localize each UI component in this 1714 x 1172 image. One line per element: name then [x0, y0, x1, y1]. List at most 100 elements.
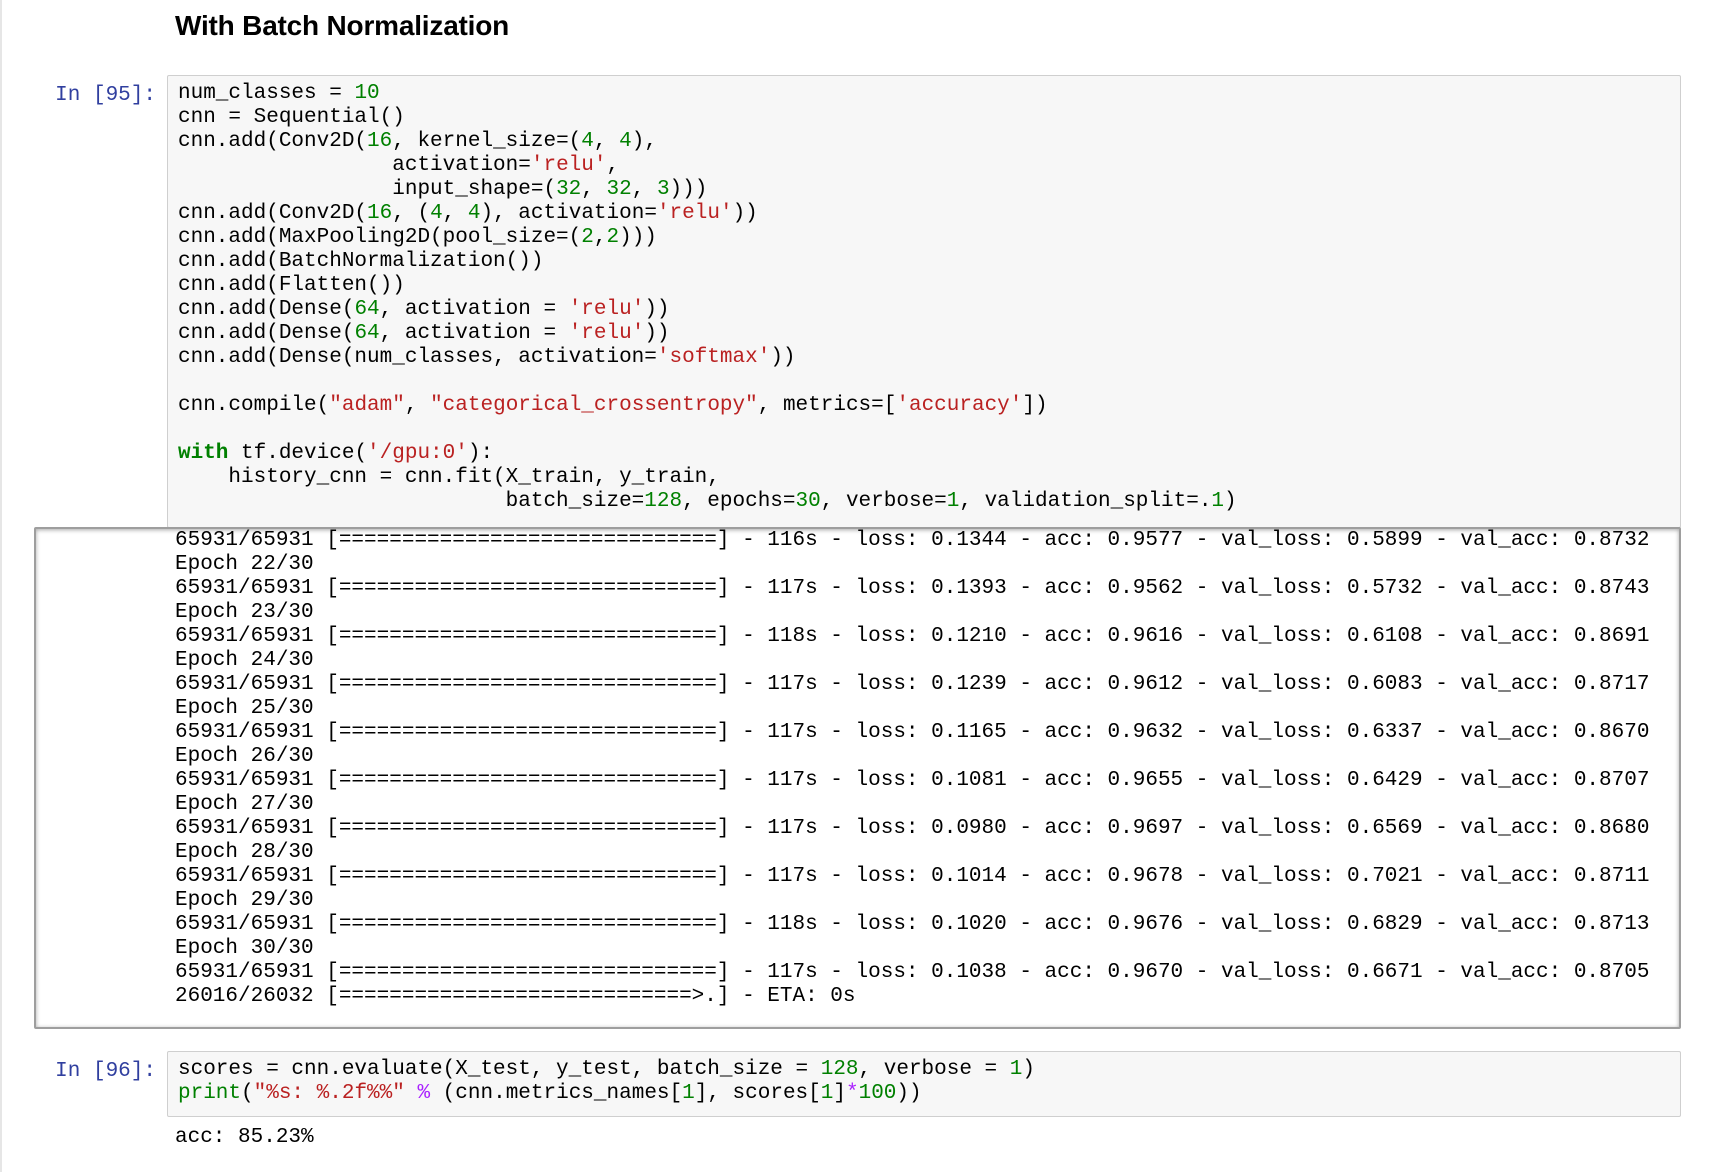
code-token: cnn.compile( [178, 394, 330, 417]
code-token: 10 [354, 82, 380, 105]
cell-95-code-line: cnn.add(Dense(64, activation = 'relu')) [178, 298, 1237, 322]
code-token: "%s: %.2f%%" [253, 1082, 405, 1105]
cell-95-code-line: cnn.compile("adam", "categorical_crossen… [178, 394, 1237, 418]
cell-95-code-line: cnn.add(Dense(num_classes, activation='s… [178, 346, 1237, 370]
code-token: )) [770, 346, 796, 369]
code-token: scores = cnn.evaluate(X_test, y_test, ba… [178, 1058, 821, 1081]
code-token: )) [644, 322, 670, 345]
cell-95-code-editor[interactable]: num_classes = 10 cnn = Sequential() cnn.ad… [167, 75, 1681, 528]
cell-95-code-line: cnn.add(Conv2D(16, (4, 4), activation='r… [178, 202, 1237, 226]
code-token: ))) [669, 178, 708, 201]
code-token: num_classes = [178, 82, 355, 105]
output-line: 65931/65931 [===========================… [175, 769, 1650, 792]
code-token: cnn.add(MaxPooling2D(pool_size=( [178, 226, 582, 249]
code-token: )) [896, 1082, 922, 1105]
output-line: Epoch 23/30 [175, 601, 314, 624]
code-token: cnn.add(Dense( [178, 322, 355, 345]
cell-95-code-line: num_classes = 10 [178, 82, 1237, 106]
output-line: 26016/26032 [===========================… [175, 985, 856, 1008]
code-token: cnn = Sequential() [178, 106, 405, 129]
output-line: 65931/65931 [===========================… [175, 577, 1650, 600]
code-token: batch_size= [178, 490, 645, 513]
cell-95-code-line [178, 370, 1237, 394]
code-token: , [631, 178, 657, 201]
code-token: 64 [354, 322, 380, 345]
code-token: cnn.add(BatchNormalization()) [178, 250, 544, 273]
cell-95-output-lines: 65931/65931 [===========================… [175, 529, 1649, 1009]
code-token: 100 [858, 1082, 897, 1105]
code-token: 30 [795, 490, 821, 513]
cell-95-code-line: cnn.add(Dense(64, activation = 'relu')) [178, 322, 1237, 346]
code-token: ( [241, 1082, 254, 1105]
cell-95-code-line: batch_size=128, epochs=30, verbose=1, va… [178, 490, 1237, 514]
code-token: 2 [606, 226, 620, 249]
code-token: 1 [946, 490, 960, 513]
code-token: 2 [581, 226, 594, 249]
code-token: ))) [619, 226, 657, 249]
output-line: Epoch 26/30 [175, 745, 314, 768]
code-token: cnn.add(Dense( [178, 298, 355, 321]
code-token: , verbose = [858, 1058, 1010, 1081]
output-line: 65931/65931 [===========================… [175, 913, 1650, 936]
code-token: 4 [467, 202, 481, 225]
code-token: tf.device( [228, 442, 368, 465]
code-token: cnn.add(Dense(num_classes, activation= [178, 346, 657, 369]
output-line: 65931/65931 [===========================… [175, 529, 1650, 552]
code-token: ]) [1022, 394, 1048, 417]
code-token: input_shape=( [178, 178, 557, 201]
output-line: 65931/65931 [===========================… [175, 865, 1650, 888]
cell-96-code-editor[interactable]: scores = cnn.evaluate(X_test, y_test, ba… [167, 1051, 1681, 1117]
code-token: 'relu' [530, 154, 607, 177]
code-token: '/gpu:0' [367, 442, 468, 465]
cell-95-code-line: input_shape=(32, 32, 3))) [178, 178, 1237, 202]
cell-95-prompt: In [95]: [55, 84, 156, 107]
code-token: cnn.add(Flatten()) [178, 274, 405, 297]
cell-95-code-line [178, 418, 1237, 442]
code-token: , [593, 226, 607, 249]
code-token: 1 [1009, 1058, 1023, 1081]
output-line: Epoch 22/30 [175, 553, 314, 576]
code-token: , kernel_size=( [392, 130, 582, 153]
code-token: (cnn.metrics_names[ [430, 1082, 683, 1105]
code-token: 4 [581, 130, 594, 153]
code-token: 4 [619, 130, 632, 153]
markdown-heading: With Batch Normalization [175, 10, 510, 41]
cell-95-code-line: cnn.add(Flatten()) [178, 274, 1237, 298]
cell-96-code-line: scores = cnn.evaluate(X_test, y_test, ba… [178, 1058, 1035, 1082]
code-token: , activation = [379, 322, 569, 345]
cell-95-code-line: cnn.add(Conv2D(16, kernel_size=(4, 4), [178, 130, 1237, 154]
cell-95-code-line: activation='relu', [178, 154, 1237, 178]
cell-96-code-lines: scores = cnn.evaluate(X_test, y_test, ba… [178, 1058, 1035, 1106]
code-token: "categorical_crossentropy" [430, 394, 758, 417]
cell-95-code-lines: num_classes = 10 cnn = Sequential() cnn.ad… [178, 82, 1237, 514]
cell-96-output-result: acc: 85.23% [175, 1126, 314, 1149]
code-token: history_cnn = cnn.fit(X_train, y_train, [178, 466, 720, 489]
output-line: 65931/65931 [===========================… [175, 673, 1650, 696]
code-token: activation= [178, 154, 531, 177]
output-line: Epoch 29/30 [175, 889, 314, 912]
code-token: , [593, 130, 620, 153]
code-token: )) [644, 298, 670, 321]
code-token: ), activation= [480, 202, 657, 225]
code-token: 3 [656, 178, 670, 201]
code-token: 4 [430, 202, 443, 225]
code-token: ): [467, 442, 494, 465]
code-token: )) [732, 202, 758, 225]
notebook-left-border [0, 0, 2, 1172]
code-token: 1 [820, 1082, 834, 1105]
code-token: ) [1022, 1058, 1035, 1081]
code-token: , [442, 202, 468, 225]
cell-95-output-scroll-area[interactable]: 65931/65931 [===========================… [34, 527, 1681, 1029]
output-line: Epoch 30/30 [175, 937, 314, 960]
code-token: 'relu' [656, 202, 733, 225]
code-token: ] [833, 1082, 846, 1105]
output-line: Epoch 24/30 [175, 649, 314, 672]
code-token: with [178, 442, 229, 465]
output-line: 65931/65931 [===========================… [175, 961, 1650, 984]
cell-95-code-line: cnn = Sequential() [178, 106, 1237, 130]
code-token: 32 [556, 178, 582, 201]
code-token: , [606, 154, 620, 177]
code-token: 64 [354, 298, 380, 321]
code-token: cnn.add(Conv2D( [178, 130, 368, 153]
